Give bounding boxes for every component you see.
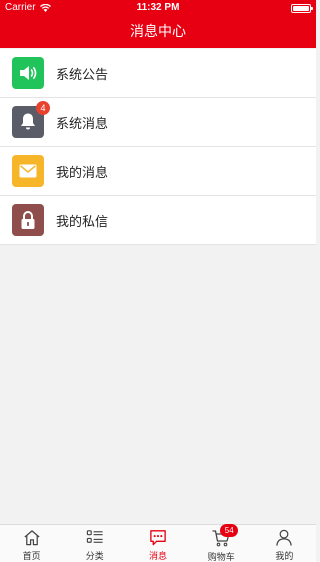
menu-item-system-messages[interactable]: 4 系统消息: [0, 98, 316, 147]
tab-label: 购物车: [207, 553, 235, 562]
menu-item-label: 我的私信: [56, 214, 109, 230]
tab-messages[interactable]: 消息: [126, 525, 189, 562]
list-icon: [86, 530, 103, 543]
status-bar: Carrier 11:32 PM: [0, 0, 316, 17]
menu-item-label: 我的消息: [56, 165, 109, 181]
menu-item-my-messages[interactable]: 我的消息: [0, 147, 316, 196]
menu-item-label: 系统消息: [56, 116, 109, 132]
tab-label: 我的: [275, 552, 294, 562]
speaker-icon: [12, 57, 44, 89]
menu-item-label: 系统公告: [56, 67, 109, 83]
user-icon: [276, 529, 293, 546]
message-menu-list: 系统公告 4 系统消息 我的消息 我的私信: [0, 49, 316, 245]
cart-icon-wrap: 54: [211, 524, 239, 548]
tab-home[interactable]: 首页: [0, 525, 63, 562]
bell-icon: 4: [12, 101, 50, 138]
envelope-icon: [12, 155, 44, 187]
home-icon: [24, 530, 40, 546]
tab-cart[interactable]: 54 购物车: [190, 524, 253, 562]
tab-bar: 首页 分类 消息 54 购物车 我的: [0, 524, 316, 562]
message-icon: [150, 530, 166, 546]
tab-label: 消息: [149, 552, 168, 562]
page-title: 消息中心: [0, 17, 316, 48]
lock-icon: [12, 204, 44, 236]
tab-label: 首页: [22, 552, 41, 562]
status-time: 11:32 PM: [136, 2, 180, 13]
menu-item-system-announcement[interactable]: 系统公告: [0, 49, 316, 98]
unread-badge: 4: [36, 101, 50, 115]
tab-profile[interactable]: 我的: [253, 525, 316, 562]
battery-icon: [291, 4, 313, 13]
tab-category[interactable]: 分类: [63, 525, 126, 562]
tab-label: 分类: [85, 552, 104, 562]
menu-item-private-messages[interactable]: 我的私信: [0, 196, 316, 245]
cart-count-badge: 54: [220, 524, 239, 537]
